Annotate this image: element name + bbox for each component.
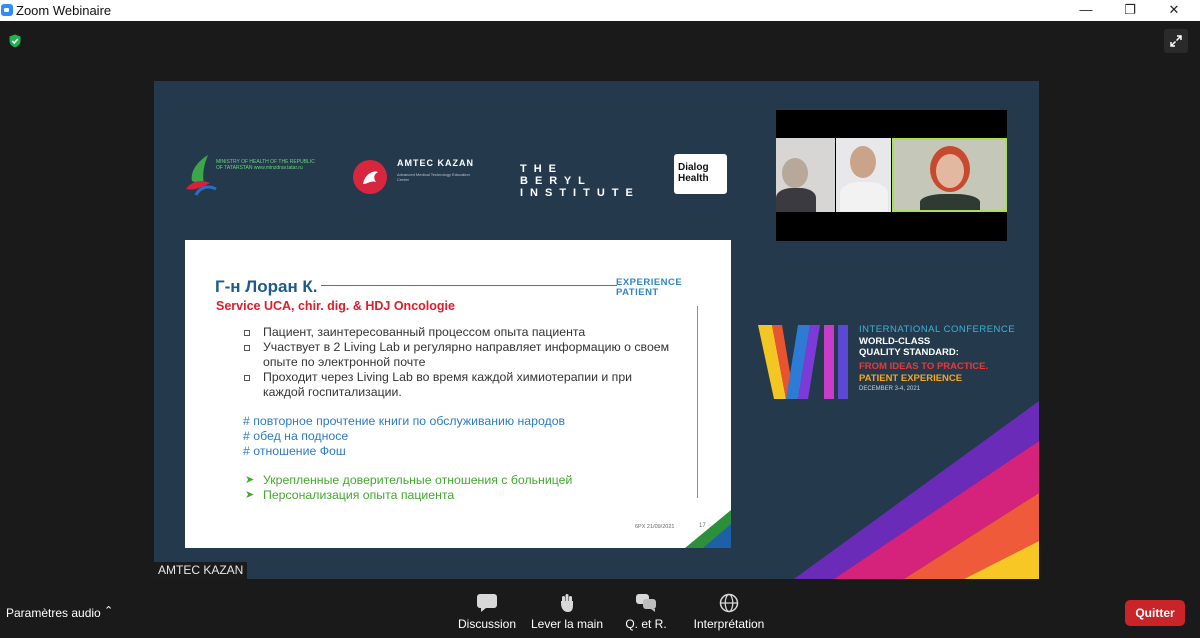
outcome-text: Укрепленные доверительные отношения с бо…: [263, 473, 573, 487]
presentation-slide: Г-н Лоран К. Service UCA, chir. dig. & H…: [185, 240, 731, 548]
amtec-logo-subtitle: Advanced Medical Technology Education Ce…: [397, 172, 470, 182]
outcome-text: Персонализация опыта пациента: [263, 488, 455, 502]
hashtag: # отношение Фош: [243, 444, 346, 458]
arrow-bullet-icon: ➤: [245, 474, 255, 486]
beryl-institute-logo: THE BERYL INSTITUTE: [520, 163, 640, 199]
bullet-text: Участвует в 2 Living Lab и регулярно нап…: [263, 340, 670, 369]
square-bullet-icon: [244, 375, 250, 381]
dialog-health-logo: Dialog Health: [674, 154, 727, 194]
participant-videos[interactable]: [776, 110, 1007, 241]
interpretation-label: Interprétation: [693, 617, 765, 631]
hashtag: # повторное прочтение книги по обслужива…: [243, 414, 566, 428]
participant-video[interactable]: [776, 138, 835, 212]
chat-button[interactable]: Discussion: [456, 593, 518, 635]
hand-icon: [561, 594, 573, 612]
title-bar: Zoom Webinaire — ❐ ✕: [0, 0, 1200, 21]
chevron-up-icon[interactable]: ⌃: [104, 604, 113, 617]
conference-line-4: PATIENT EXPERIENCE: [859, 373, 963, 384]
square-bullet-icon: [244, 330, 250, 336]
participant-body: [840, 182, 888, 212]
amtec-logo-mark: [353, 160, 387, 194]
close-window-button[interactable]: ✕: [1151, 0, 1197, 21]
participant-head: [782, 158, 808, 188]
slide-service: Service UCA, chir. dig. & HDJ Oncologie: [216, 299, 455, 313]
slide-title-rule: [321, 285, 617, 286]
qa-label: Q. et R.: [625, 617, 667, 631]
slide-footer: 6PX 21/09/2021: [635, 524, 675, 530]
slide-page-number: 17: [699, 523, 706, 529]
participant-body: [920, 194, 980, 210]
expand-icon: [1170, 35, 1182, 47]
list-item: Участвует в 2 Living Lab и регулярно нап…: [243, 340, 673, 370]
meeting-area: MINISTRY OF HEALTH OF THE REPUBLIC OF TA…: [0, 21, 1200, 587]
globe-icon: [719, 593, 739, 613]
chat-label: Discussion: [457, 617, 517, 631]
hashtag: # обед на подносе: [243, 429, 349, 443]
slide-hashtag-list: # повторное прочтение книги по обслужива…: [243, 414, 673, 459]
window-title: Zoom Webinaire: [16, 3, 112, 18]
conference-line-1: INTERNATIONAL CONFERENCE: [859, 324, 1016, 335]
interpretation-button[interactable]: Interprétation: [688, 593, 770, 635]
conference-line-2b: QUALITY STANDARD:: [859, 347, 959, 358]
zoom-app-icon: [1, 4, 13, 16]
slide-corner-decoration: [685, 510, 731, 548]
list-item: ➤ Укрепленные доверительные отношения с б…: [245, 473, 675, 488]
conference-vii-logo: [758, 325, 848, 399]
leave-button[interactable]: Quitter: [1125, 600, 1185, 626]
fullscreen-button[interactable]: [1164, 29, 1188, 53]
participant-face: [936, 154, 964, 188]
list-item: Пациент, заинтересованный процессом опыт…: [243, 325, 673, 340]
slide-bullet-list: Пациент, заинтересованный процессом опыт…: [243, 325, 673, 400]
ministry-logo: [186, 155, 217, 196]
slide-vertical-rule: [697, 306, 698, 498]
raise-hand-label: Lever la main: [530, 617, 604, 631]
conference-date: DECEMBER 3-4, 2021: [859, 386, 921, 392]
slide-person-name: Г-н Лоран К.: [215, 277, 318, 296]
chat-icon: [477, 594, 497, 612]
participant-head: [850, 146, 876, 178]
minimize-button[interactable]: —: [1063, 0, 1109, 21]
active-speaker-video[interactable]: [892, 138, 1007, 212]
shared-screen: MINISTRY OF HEALTH OF THE REPUBLIC OF TA…: [154, 81, 1039, 579]
ministry-logo-text: MINISTRY OF HEALTH OF THE REPUBLIC OF TA…: [216, 159, 315, 171]
bullet-text: Пациент, заинтересованный процессом опыт…: [263, 325, 586, 339]
participant-body: [776, 188, 816, 212]
slide-outcome-list: ➤ Укрепленные доверительные отношения с б…: [245, 473, 675, 503]
shield-check-icon[interactable]: [8, 34, 22, 48]
meeting-toolbar: Paramètres audio ⌃ Discussion Lever la m…: [0, 587, 1200, 638]
decorative-stripes: [794, 401, 1039, 579]
square-bullet-icon: [244, 345, 250, 351]
audio-settings-button[interactable]: Paramètres audio: [6, 606, 101, 620]
list-item: ➤ Персонализация опыта пациента: [245, 488, 675, 503]
conference-line-2a: WORLD-CLASS: [859, 336, 931, 347]
speaker-name-label: AMTEC KAZAN: [154, 562, 248, 579]
list-item: Проходит через Living Lab во время каждо…: [243, 370, 673, 400]
experience-patient-badge: EXPERIENCE PATIENT: [616, 277, 683, 298]
bullet-text: Проходит через Living Lab во время каждо…: [263, 370, 633, 399]
conference-line-2: WORLD-CLASS QUALITY STANDARD:: [859, 336, 959, 358]
amtec-logo-text: AMTEC KAZAN: [397, 158, 474, 168]
arrow-bullet-icon: ➤: [245, 489, 255, 501]
qa-icon: [636, 594, 656, 612]
maximize-button[interactable]: ❐: [1107, 0, 1153, 21]
raise-hand-button[interactable]: Lever la main: [530, 593, 604, 635]
conference-line-3: FROM IDEAS TO PRACTICE.: [859, 361, 989, 372]
dragon-icon: [363, 171, 378, 184]
participant-video[interactable]: [836, 138, 891, 212]
qa-button[interactable]: Q. et R.: [622, 593, 670, 635]
